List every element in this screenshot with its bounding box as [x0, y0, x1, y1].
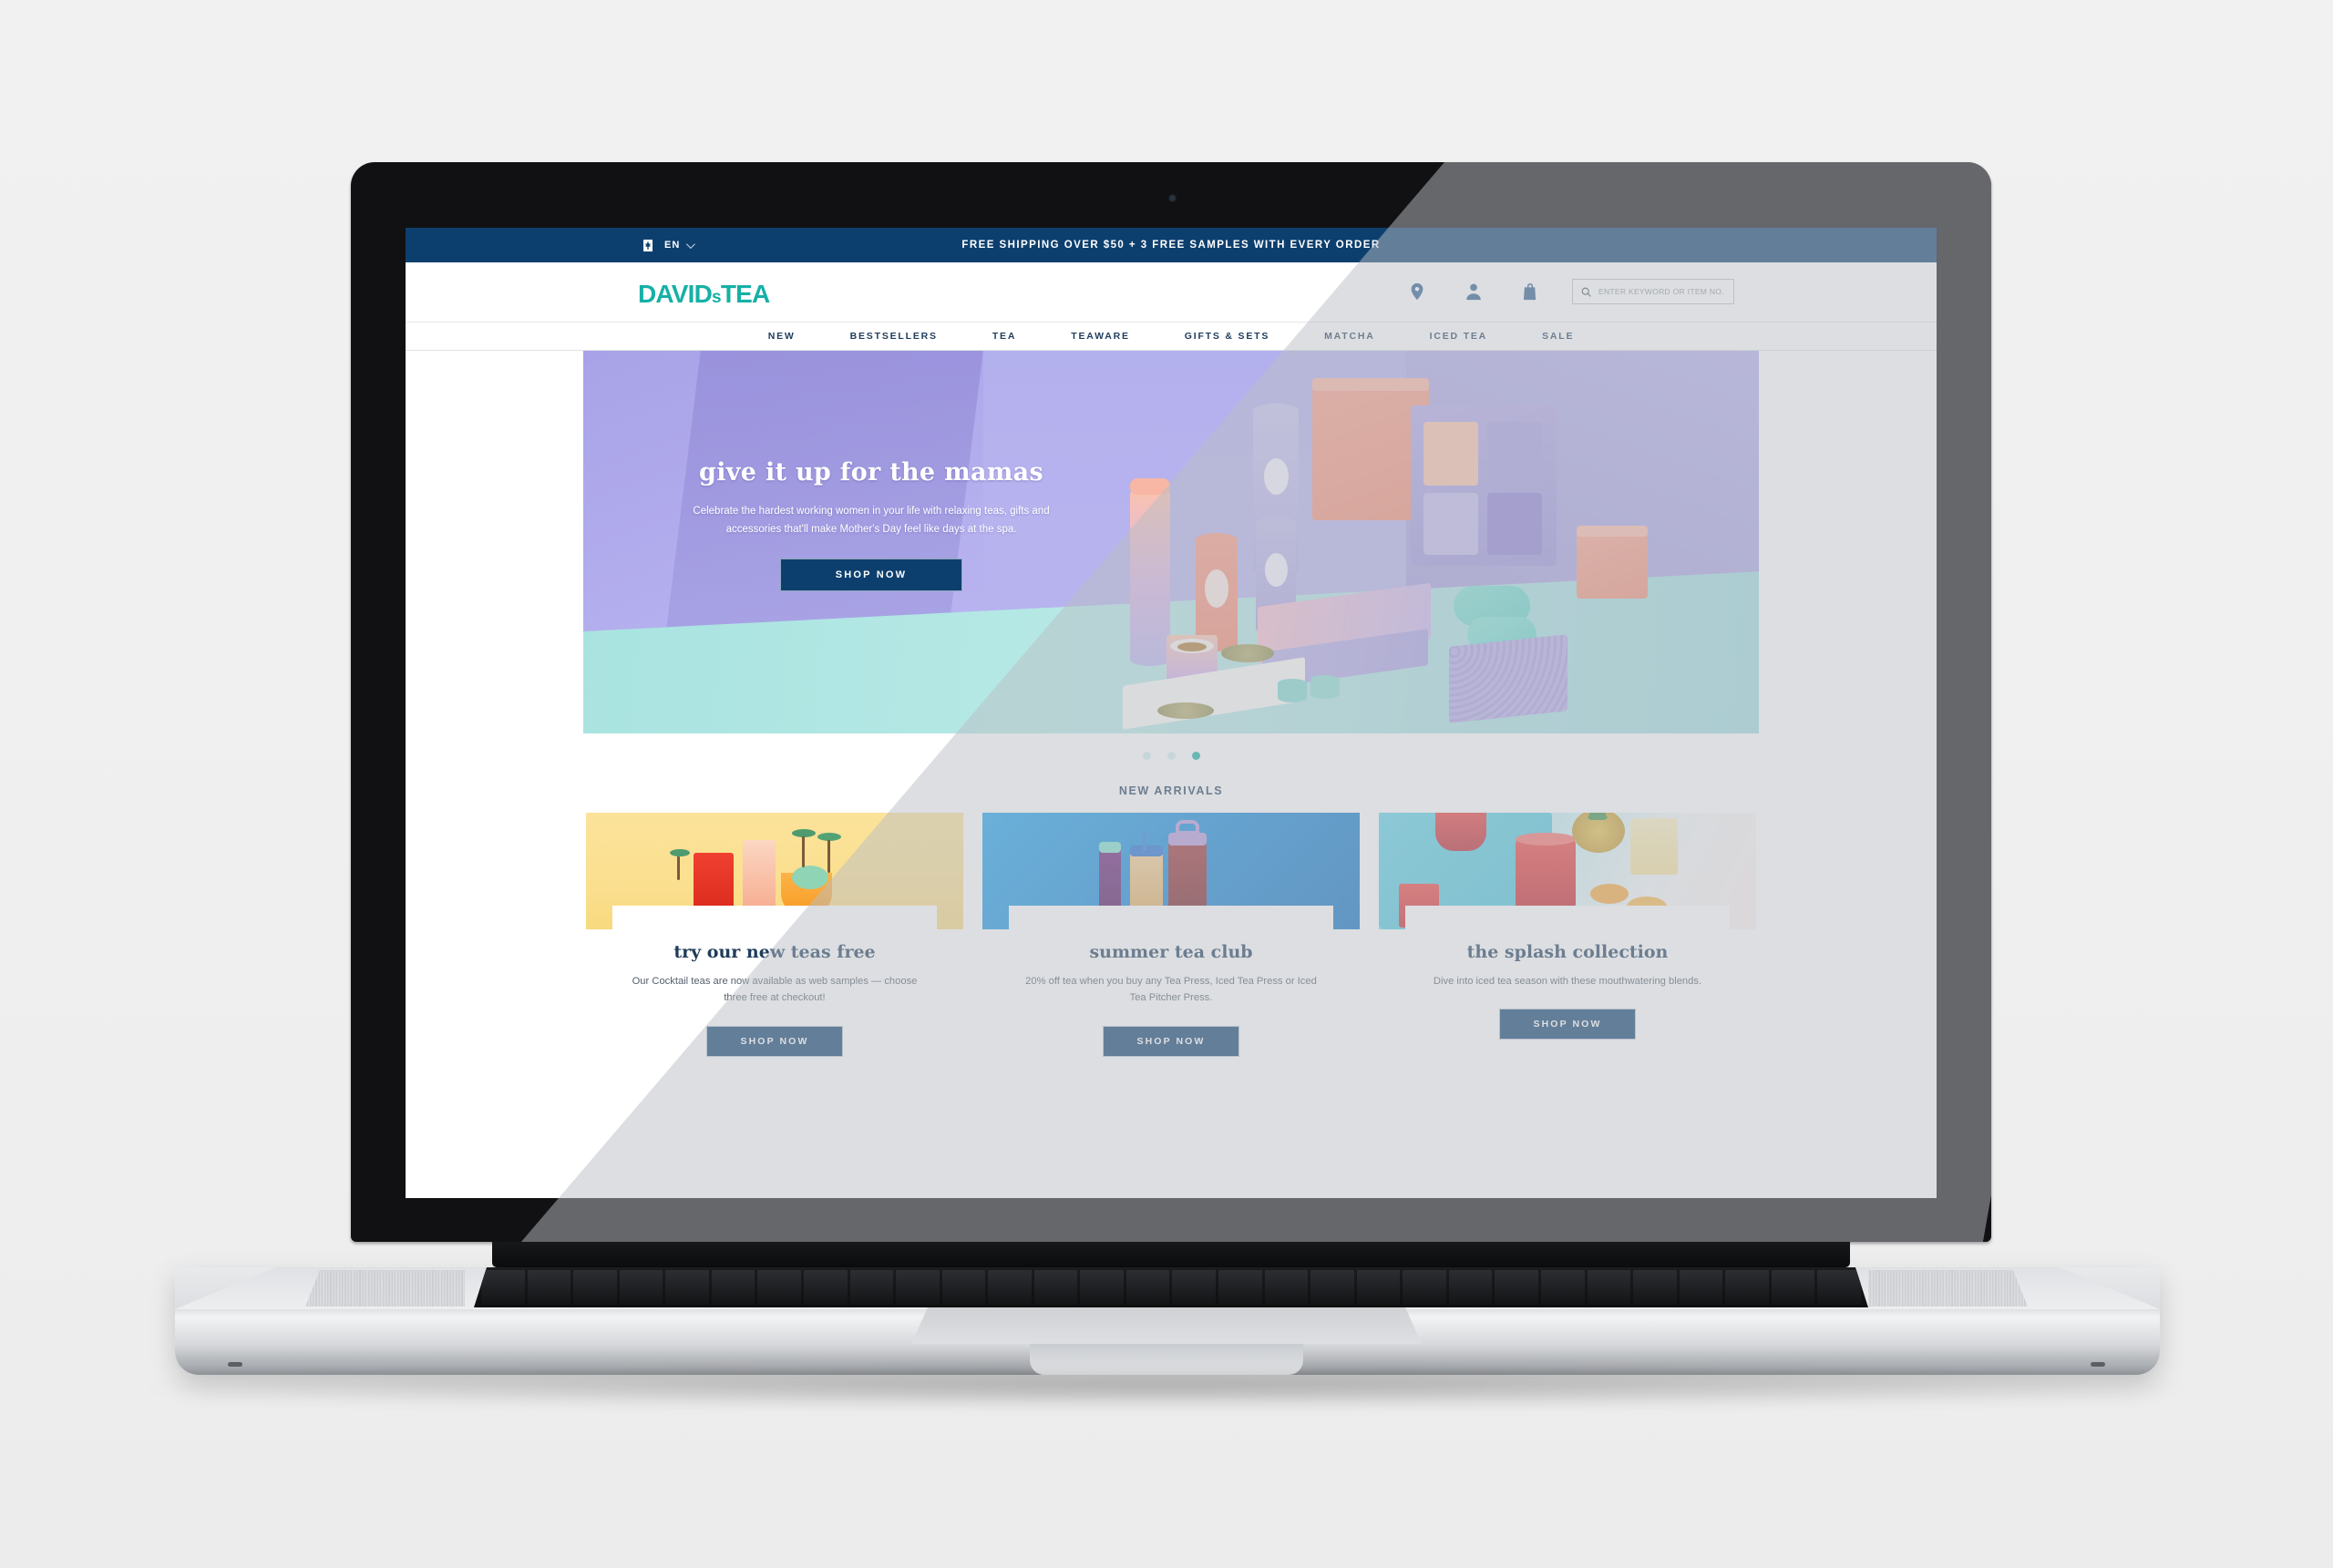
nav-item-matcha[interactable]: MATCHA — [1297, 331, 1403, 342]
new-arrivals-title: NEW ARRIVALS — [1118, 784, 1224, 797]
logo-text-david: DAVID — [638, 280, 713, 308]
nav-item-gifts-and-sets[interactable]: GIFTS & SETS — [1157, 331, 1297, 342]
speaker-grille-left — [305, 1270, 465, 1307]
card-heading: summer tea club — [1089, 942, 1253, 962]
card-image-plate — [612, 906, 938, 929]
laptop-mockup: EN FREE SHIPPING OVER $50 + 3 FREE SAMPL… — [0, 0, 2333, 1568]
webcam-icon — [1168, 194, 1177, 202]
card-image-plate — [1008, 906, 1334, 929]
keyboard — [474, 1267, 1868, 1307]
logo-text-s: s — [712, 288, 722, 307]
hero-copy: give it up for the mamas Celebrate the h… — [671, 458, 1072, 592]
laptop-hinge — [492, 1242, 1850, 1267]
language-selector[interactable]: EN — [638, 239, 696, 251]
card-description: Dive into iced tea season with these mou… — [1433, 976, 1702, 987]
card-description: 20% off tea when you buy any Tea Press, … — [1025, 976, 1317, 1004]
card-the-splash-collection[interactable]: the splash collection Dive into iced tea… — [1379, 813, 1756, 1057]
promo-message: FREE SHIPPING OVER $50 + 3 FREE SAMPLES … — [961, 240, 1381, 251]
scene: EN FREE SHIPPING OVER $50 + 3 FREE SAMPL… — [0, 0, 2333, 1568]
logo-text-tea: TEA — [720, 280, 770, 308]
trackpad — [911, 1307, 1422, 1344]
card-summer-tea-club[interactable]: summer tea club 20% off tea when you buy… — [982, 813, 1360, 1057]
nav-item-new[interactable]: NEW — [741, 331, 823, 342]
card-heading: the splash collection — [1466, 942, 1669, 962]
card-image-tea-presses — [982, 813, 1360, 929]
hero-banner[interactable]: give it up for the mamas Celebrate the h… — [583, 351, 1759, 733]
keyboard-keys — [474, 1267, 1868, 1307]
cart-icon[interactable] — [1520, 281, 1540, 302]
card-image-cocktail-teas — [586, 813, 963, 929]
header-icon-group — [1407, 281, 1540, 302]
hero-carousel-dots — [406, 752, 1937, 760]
new-arrivals-cards: try our new teas free Our Cocktail teas … — [406, 813, 1937, 1057]
carousel-dot-3-active[interactable] — [1191, 752, 1200, 760]
search-bar[interactable]: ENTER KEYWORD OR ITEM NO. — [1572, 279, 1734, 304]
account-icon[interactable] — [1464, 281, 1484, 302]
hero-shop-now-button[interactable]: SHOP NOW — [780, 559, 962, 592]
card-heading: try our new teas free — [673, 942, 876, 962]
language-label: EN — [664, 240, 681, 251]
hero-body: Celebrate the hardest working women in y… — [693, 506, 1050, 536]
card-shop-now-button[interactable]: SHOP NOW — [1499, 1009, 1636, 1040]
card-description: Our Cocktail teas are now available as w… — [632, 976, 918, 1004]
card-image-plate — [1404, 906, 1731, 929]
hero-headline: give it up for the mamas — [699, 458, 1043, 487]
site-header: DAVIDsTEA ENTER KEYWORD OR ITEM NO. — [406, 262, 1937, 322]
browser-viewport: EN FREE SHIPPING OVER $50 + 3 FREE SAMPL… — [406, 228, 1937, 1198]
nav-item-tea[interactable]: TEA — [965, 331, 1043, 342]
nav-item-teaware[interactable]: TEAWARE — [1043, 331, 1157, 342]
canada-flag-icon — [638, 239, 658, 251]
speaker-grille-right — [1868, 1270, 2028, 1307]
card-body: the splash collection Dive into iced tea… — [1379, 929, 1756, 1040]
search-input[interactable]: ENTER KEYWORD OR ITEM NO. — [1598, 287, 1724, 296]
card-shop-now-button[interactable]: SHOP NOW — [1103, 1025, 1239, 1057]
nav-item-sale[interactable]: SALE — [1515, 331, 1601, 342]
store-locator-icon[interactable] — [1407, 281, 1427, 302]
card-try-our-new-teas-free[interactable]: try our new teas free Our Cocktail teas … — [586, 813, 963, 1057]
laptop-drop-shadow — [137, 1367, 2196, 1409]
card-image-splash-collection — [1379, 813, 1756, 929]
nav-item-iced-tea[interactable]: ICED TEA — [1403, 331, 1515, 342]
carousel-dot-1[interactable] — [1142, 752, 1151, 760]
card-shop-now-button[interactable]: SHOP NOW — [706, 1025, 843, 1057]
main-navigation: NEW BESTSELLERS TEA TEAWARE GIFTS & SETS… — [406, 322, 1937, 351]
search-icon — [1581, 287, 1591, 297]
nav-item-bestsellers[interactable]: BESTSELLERS — [823, 331, 965, 342]
carousel-dot-2[interactable] — [1166, 752, 1176, 760]
site-logo[interactable]: DAVIDsTEA — [638, 280, 770, 309]
promo-topbar: EN FREE SHIPPING OVER $50 + 3 FREE SAMPL… — [406, 228, 1937, 262]
card-body: try our new teas free Our Cocktail teas … — [586, 929, 963, 1057]
card-body: summer tea club 20% off tea when you buy… — [982, 929, 1360, 1057]
